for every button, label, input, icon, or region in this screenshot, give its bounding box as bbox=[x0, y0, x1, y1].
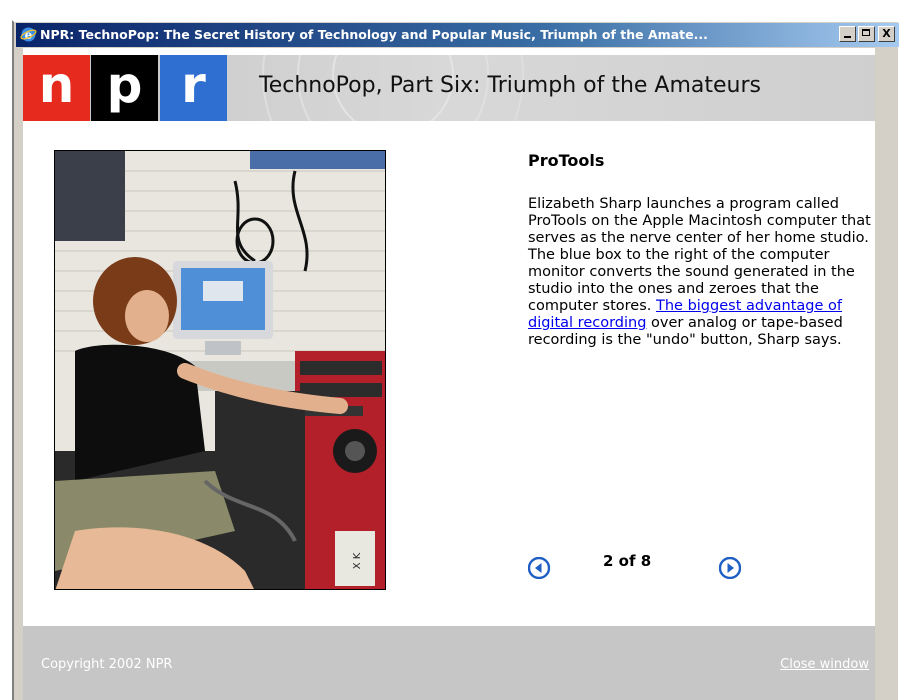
minimize-icon bbox=[844, 36, 851, 38]
header-banner: n p r TechnoPop, Part Six: Triumph of th… bbox=[23, 55, 875, 121]
minimize-button[interactable] bbox=[839, 26, 856, 42]
caption-text-before: Elizabeth Sharp launches a program calle… bbox=[528, 196, 871, 314]
page-content: n p r TechnoPop, Part Six: Triumph of th… bbox=[23, 48, 875, 700]
npr-logo-r: r bbox=[160, 55, 227, 121]
close-icon: X bbox=[882, 27, 891, 40]
maximize-icon bbox=[862, 29, 870, 36]
caption-heading: ProTools bbox=[528, 151, 605, 170]
next-button[interactable] bbox=[719, 557, 741, 579]
previous-button[interactable] bbox=[528, 557, 550, 579]
arrow-right-circle-icon bbox=[719, 557, 741, 579]
npr-logo-n: n bbox=[23, 55, 90, 121]
window-titlebar[interactable]: e NPR: TechnoPop: The Secret History of … bbox=[16, 23, 899, 47]
caption-body: Elizabeth Sharp launches a program calle… bbox=[528, 196, 875, 349]
svg-text:X K: X K bbox=[352, 552, 363, 569]
slide-counter: 2 of 8 bbox=[603, 552, 652, 570]
page-title: TechnoPop, Part Six: Triumph of the Amat… bbox=[259, 73, 762, 98]
studio-photo: X K bbox=[54, 150, 386, 590]
arrow-left-circle-icon bbox=[528, 557, 550, 579]
copyright-text: Copyright 2002 NPR bbox=[41, 657, 173, 672]
close-button[interactable]: X bbox=[878, 26, 895, 42]
maximize-button[interactable] bbox=[858, 26, 875, 42]
npr-logo-p: p bbox=[91, 55, 158, 121]
window-title: NPR: TechnoPop: The Secret History of Te… bbox=[40, 27, 708, 42]
studio-photo-illustration: X K bbox=[55, 151, 385, 589]
close-window-link[interactable]: Close window bbox=[780, 657, 869, 672]
footer: Copyright 2002 NPR Close window bbox=[23, 626, 875, 700]
internet-explorer-icon: e bbox=[20, 27, 37, 42]
